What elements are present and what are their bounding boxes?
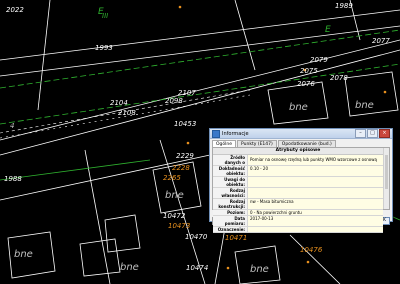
dialog-title: Informacje xyxy=(222,130,249,137)
parcel-number: 2076 xyxy=(297,80,315,88)
attribute-key: Dokładność obiektu: xyxy=(213,166,248,176)
close-icon[interactable]: × xyxy=(379,129,390,138)
parcel-number: 2107 xyxy=(178,89,196,97)
parcel-number: 1993 xyxy=(95,44,113,52)
attribute-row: Źródło danych o położeniu: Pomiar na osn… xyxy=(213,155,383,170)
parcel-number: 2098 xyxy=(165,97,183,105)
parcel-number: 2077 xyxy=(372,37,390,45)
parcel-number: 2078 xyxy=(330,74,348,82)
building-label: bne xyxy=(165,190,184,201)
parcel-number: 2104 xyxy=(110,99,128,107)
attribute-row: Rodzaj własności: xyxy=(213,188,383,199)
scrollbar[interactable] xyxy=(383,148,389,209)
attribute-key: Uwagi do obiektu: xyxy=(213,177,248,187)
tab-ogolne[interactable]: Ogólne xyxy=(212,140,237,147)
attributes-header: Atrybuty opisowe xyxy=(213,148,383,155)
attribute-row: Rodzaj konstrukcji: nw - Masa bitumiczna xyxy=(213,199,383,210)
parcel-number: 2022 xyxy=(6,6,24,14)
building-label: bne xyxy=(250,264,269,275)
attribute-key: Data pomiaru: xyxy=(213,216,248,226)
parcel-number: 10472 xyxy=(163,212,186,220)
map-label: 4 xyxy=(10,122,14,130)
attribute-key: Poziom: xyxy=(213,210,248,215)
building-label: bne xyxy=(355,100,374,111)
attribute-row: Uwagi do obiektu: xyxy=(213,177,383,188)
dialog-tabs: Ogólne Punkty (E147) Opodatkowanie (bud.… xyxy=(212,140,390,148)
parcel-number: 2265 xyxy=(163,174,181,182)
parcel-number: 10470 xyxy=(185,233,208,241)
attributes-panel: Atrybuty opisowe Źródło danych o położen… xyxy=(212,148,390,233)
parcel-number: 10474 xyxy=(186,264,208,272)
info-icon xyxy=(212,129,220,138)
maximize-icon[interactable]: □ xyxy=(367,129,378,138)
attribute-row: Oznaczenie: xyxy=(213,227,383,233)
attribute-value[interactable] xyxy=(248,177,383,187)
parcel-number: 2108 xyxy=(118,109,136,117)
parcel-number: 10471 xyxy=(225,234,247,242)
map-label: III xyxy=(102,12,108,20)
attribute-row: Data pomiaru: 2017-00-13 xyxy=(213,216,383,227)
parcel-number: 2229 xyxy=(176,152,194,160)
parcel-number: 10473 xyxy=(168,222,190,230)
minimize-icon[interactable]: – xyxy=(355,129,366,138)
parcel-number: 2079 xyxy=(310,56,328,64)
attribute-value[interactable]: 0 - Na powierzchni gruntu xyxy=(248,210,383,215)
building-label: bne xyxy=(120,262,139,273)
attribute-value[interactable]: 2017-00-13 xyxy=(248,216,383,226)
attribute-value[interactable] xyxy=(248,227,383,232)
attribute-key: Źródło danych o położeniu: xyxy=(213,155,248,170)
attribute-key: Rodzaj konstrukcji: xyxy=(213,199,248,209)
tab-opodatkowanie[interactable]: Opodatkowanie (bud.) xyxy=(277,140,336,147)
dialog-titlebar[interactable]: Informacje – □ × xyxy=(210,129,392,139)
parcel-number: 2228 xyxy=(172,164,190,172)
attribute-key: Oznaczenie: xyxy=(213,227,248,232)
tab-punkty[interactable]: Punkty (E147) xyxy=(237,140,277,147)
map-label: E xyxy=(325,25,331,35)
parcel-number: 2075 xyxy=(300,67,318,75)
attribute-value[interactable]: 0.10 - 20 xyxy=(248,166,383,176)
parcel-number: 10453 xyxy=(174,120,196,128)
parcel-number: 10476 xyxy=(300,246,323,254)
attribute-value[interactable]: nw - Masa bitumiczna xyxy=(248,199,383,209)
attribute-row: Dokładność obiektu: 0.10 - 20 xyxy=(213,166,383,177)
parcel-number: 1988 xyxy=(4,175,22,183)
parcel-number: 1989 xyxy=(335,2,353,10)
attribute-value[interactable]: Pomiar na osnowę rzędną lub punkty WMO w… xyxy=(248,155,383,165)
info-dialog[interactable]: Informacje – □ × Ogólne Punkty (E147) Op… xyxy=(209,128,393,233)
scrollbar-thumb[interactable] xyxy=(385,155,388,189)
building-label: bne xyxy=(14,249,33,260)
attribute-key: Rodzaj własności: xyxy=(213,188,248,198)
building-label: bne xyxy=(289,102,308,113)
attribute-value[interactable] xyxy=(248,188,383,198)
